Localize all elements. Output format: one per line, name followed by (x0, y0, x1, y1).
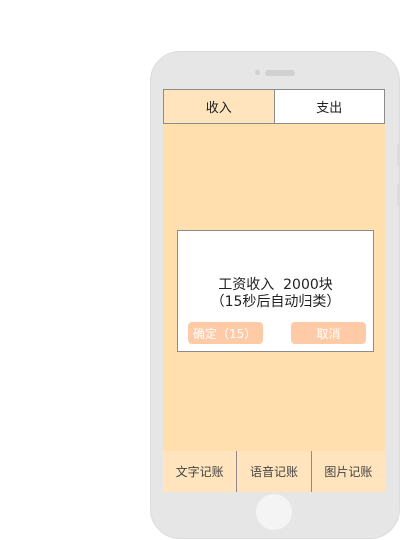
voice-entry-label: 语音记账 (249, 465, 298, 479)
camera-icon (255, 70, 260, 75)
confirm-button[interactable]: 确定（15） (188, 322, 263, 344)
voice-entry-button[interactable]: 语音记账 (236, 451, 310, 492)
auto-classify-dialog: 工资收入 2000块 （15秒后自动归类） 确定（15） 取消 (177, 230, 374, 352)
dialog-countdown-note: （15秒后自动归类） (210, 294, 341, 310)
confirm-button-label: 确定（15） (193, 326, 257, 341)
home-button[interactable] (256, 494, 292, 530)
tab-income-label: 收入 (205, 101, 232, 116)
tab-expense-label: 支出 (316, 101, 343, 116)
cancel-button[interactable]: 取消 (291, 322, 366, 344)
phone-frame: 收入 支出 工资收入 2000块 （15秒后自动归类） 确定（15） 取消 文字… (150, 51, 400, 539)
speaker-grille (265, 70, 295, 76)
tab-bar: 收入 支出 (163, 89, 385, 124)
app-screen: 收入 支出 工资收入 2000块 （15秒后自动归类） 确定（15） 取消 文字… (163, 89, 385, 492)
text-entry-button[interactable]: 文字记账 (163, 451, 236, 492)
photo-entry-label: 图片记账 (324, 465, 373, 479)
cancel-button-label: 取消 (316, 326, 341, 341)
stage: 收入 支出 工资收入 2000块 （15秒后自动归类） 确定（15） 取消 文字… (0, 0, 400, 540)
bottom-bar: 文字记账 语音记账 图片记账 (163, 451, 385, 492)
text-entry-label: 文字记账 (175, 465, 224, 479)
photo-entry-button[interactable]: 图片记账 (310, 451, 385, 492)
tab-expense[interactable]: 支出 (273, 90, 384, 123)
tab-income[interactable]: 收入 (164, 90, 274, 123)
